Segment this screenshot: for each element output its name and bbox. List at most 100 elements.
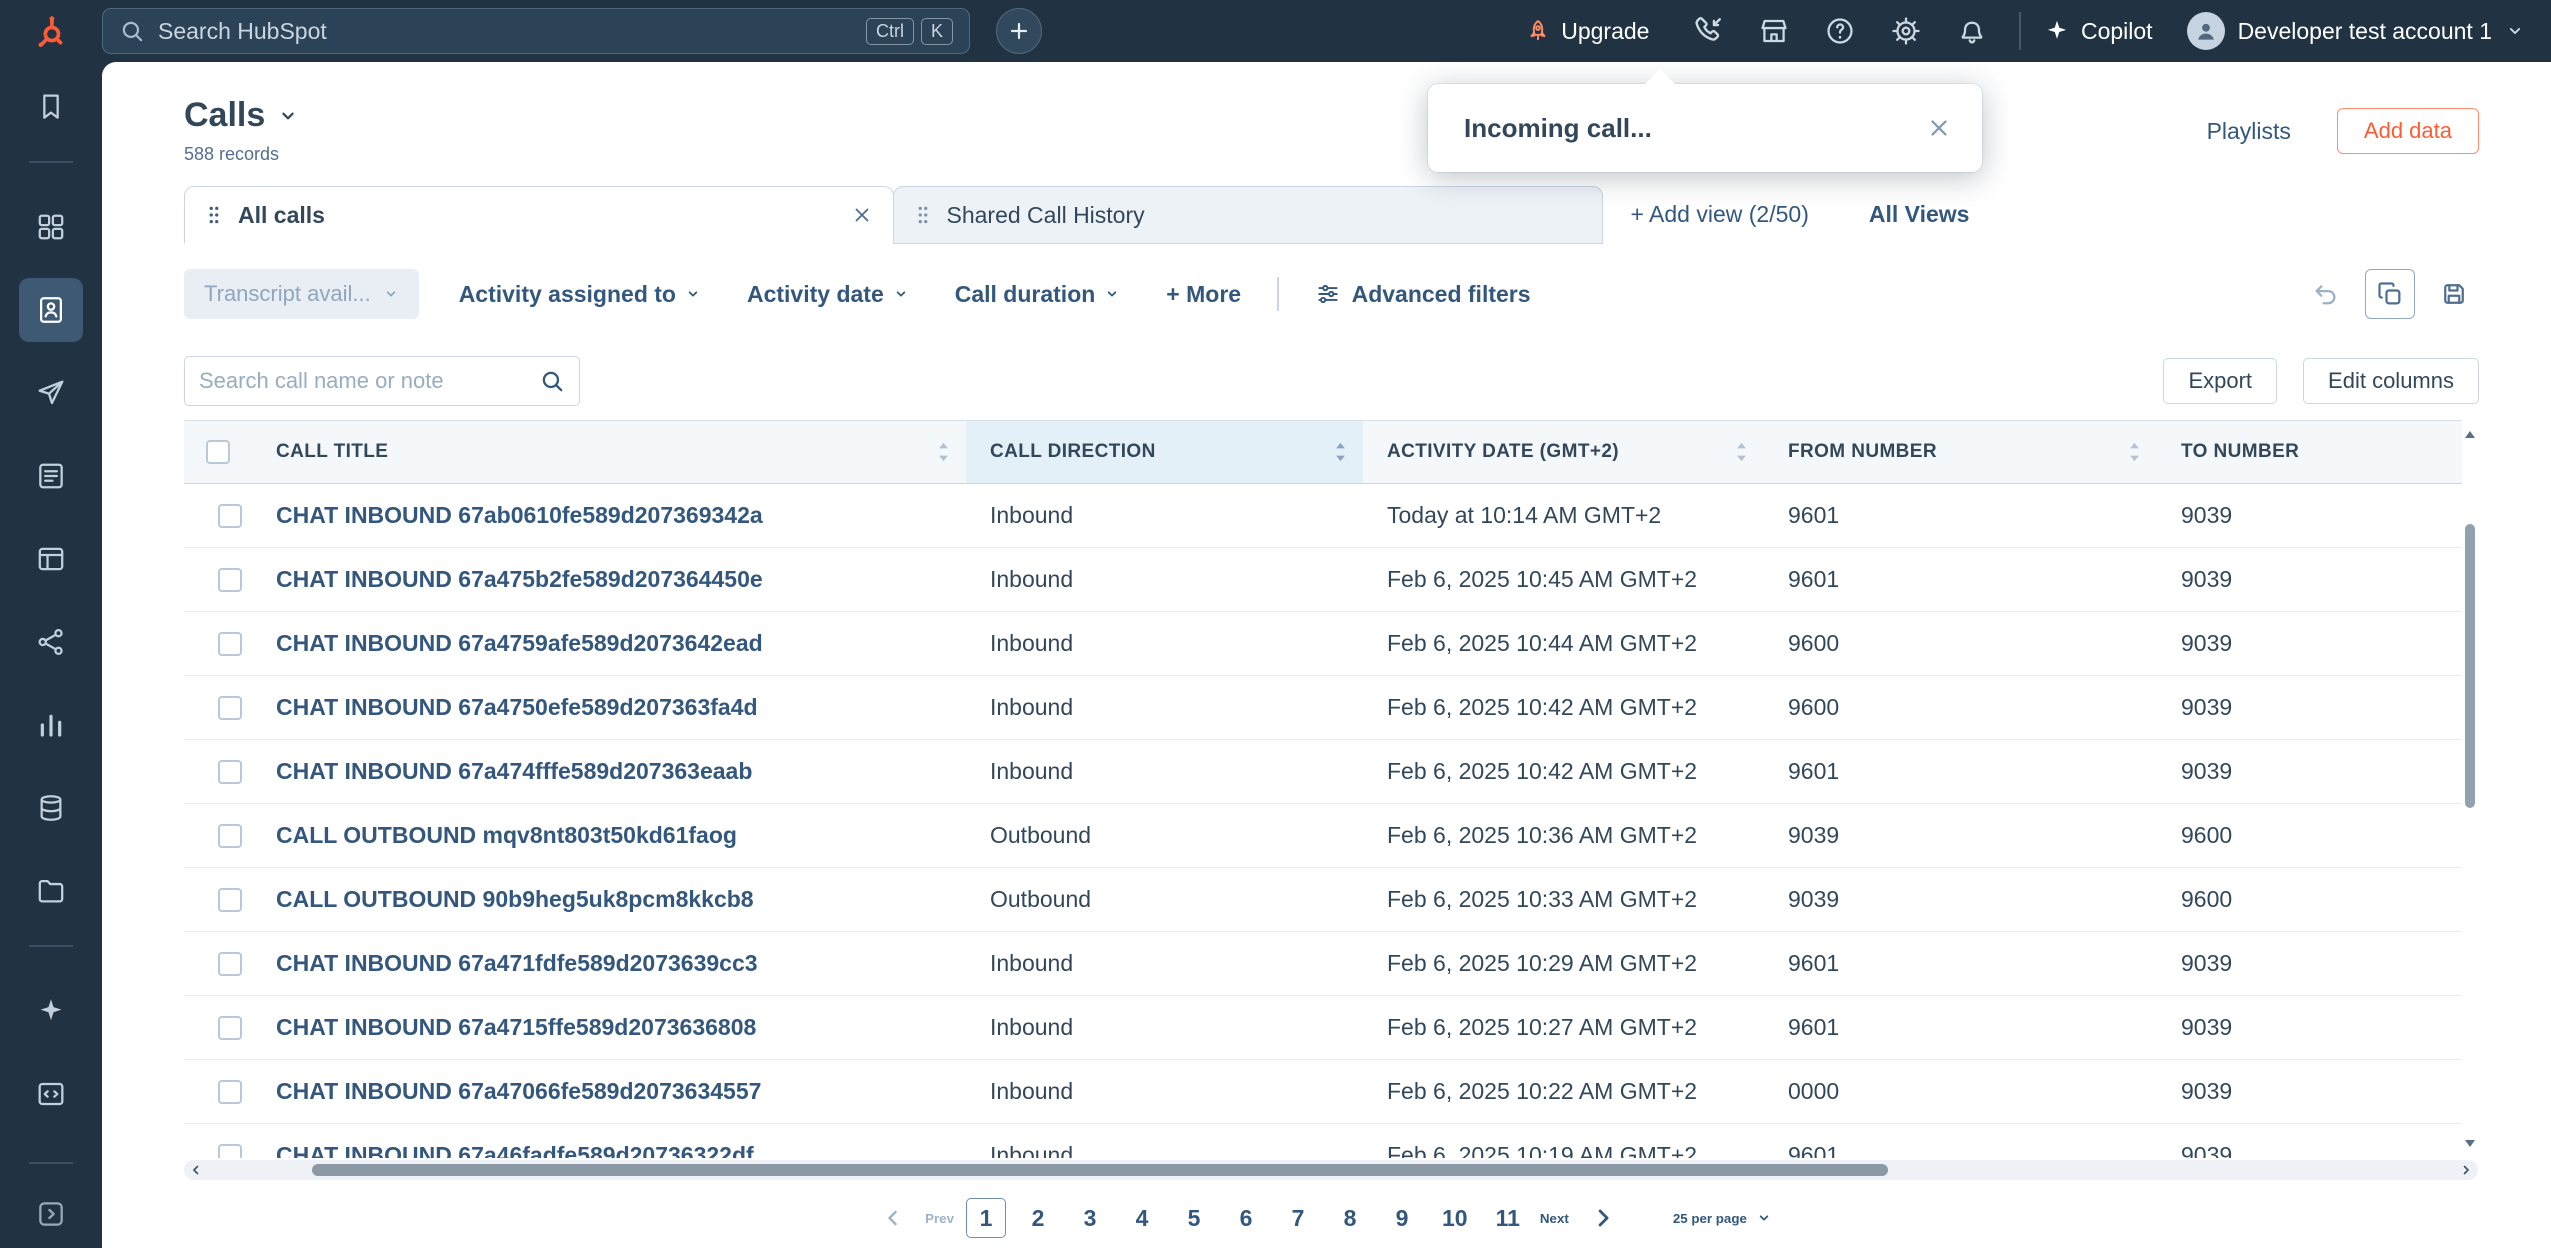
scroll-down-arrow[interactable] xyxy=(2464,1138,2476,1148)
help-button[interactable] xyxy=(1815,6,1865,56)
page-button-2[interactable]: 2 xyxy=(1018,1198,1058,1238)
hubspot-logo[interactable] xyxy=(0,13,102,49)
filter-activity-assigned-to[interactable]: Activity assigned to xyxy=(459,281,701,308)
vertical-scroll-thumb[interactable] xyxy=(2465,524,2475,808)
page-button-5[interactable]: 5 xyxy=(1174,1198,1214,1238)
prev-page-button[interactable]: Prev xyxy=(925,1211,954,1226)
call-title-link[interactable]: CALL OUTBOUND 90b9heg5uk8pcm8kkcb8 xyxy=(252,868,966,931)
column-header-to-number[interactable]: TO NUMBER xyxy=(2157,421,2462,483)
row-checkbox[interactable] xyxy=(218,1080,242,1104)
row-checkbox[interactable] xyxy=(218,888,242,912)
sidebar-item-workspaces[interactable] xyxy=(19,195,83,259)
all-views-link[interactable]: All Views xyxy=(1869,201,1970,228)
page-button-1[interactable]: 1 xyxy=(966,1198,1006,1238)
row-checkbox[interactable] xyxy=(218,760,242,784)
settings-button[interactable] xyxy=(1881,6,1931,56)
scroll-up-arrow[interactable] xyxy=(2464,430,2476,440)
filter-call-duration[interactable]: Call duration xyxy=(955,281,1121,308)
call-title-link[interactable]: CHAT INBOUND 67a474fffe589d207363eaab xyxy=(252,740,966,803)
popup-close-button[interactable] xyxy=(1926,115,1952,141)
call-title-link[interactable]: CHAT INBOUND 67ab0610fe589d207369342a xyxy=(252,484,966,547)
page-button-4[interactable]: 4 xyxy=(1122,1198,1162,1238)
page-title-caret[interactable] xyxy=(277,105,299,127)
row-checkbox[interactable] xyxy=(218,952,242,976)
edit-columns-button[interactable]: Edit columns xyxy=(2303,358,2479,404)
page-button-9[interactable]: 9 xyxy=(1382,1198,1422,1238)
call-title-link[interactable]: CHAT INBOUND 67a471fdfe589d2073639cc3 xyxy=(252,932,966,995)
page-button-7[interactable]: 7 xyxy=(1278,1198,1318,1238)
tab-shared-call-history[interactable]: Shared Call History xyxy=(893,186,1603,244)
sidebar-item-forms[interactable] xyxy=(19,444,83,508)
row-checkbox[interactable] xyxy=(218,1144,242,1159)
prev-chevron-icon[interactable] xyxy=(881,1206,905,1230)
row-checkbox[interactable] xyxy=(218,568,242,592)
page-button-11[interactable]: 11 xyxy=(1488,1198,1528,1238)
call-search-input[interactable] xyxy=(199,368,533,394)
sidebar-item-crm[interactable] xyxy=(19,278,83,342)
account-menu[interactable]: Developer test account 1 xyxy=(2187,12,2525,50)
sidebar-item-content[interactable] xyxy=(19,527,83,591)
transcript-filter-dropdown[interactable]: Transcript avail... xyxy=(184,269,419,319)
row-checkbox[interactable] xyxy=(218,1016,242,1040)
playlists-link[interactable]: Playlists xyxy=(2207,118,2291,145)
filter-activity-date[interactable]: Activity date xyxy=(747,281,909,308)
row-checkbox[interactable] xyxy=(218,696,242,720)
sidebar-expand-button[interactable] xyxy=(19,1182,83,1246)
advanced-filters-button[interactable]: Advanced filters xyxy=(1315,281,1531,308)
page-button-8[interactable]: 8 xyxy=(1330,1198,1370,1238)
sidebar-item-developer[interactable] xyxy=(19,1062,83,1126)
scroll-right-arrow[interactable] xyxy=(2459,1163,2473,1177)
per-page-dropdown[interactable]: 25 per page xyxy=(1673,1210,1772,1226)
calling-button[interactable] xyxy=(1683,6,1733,56)
add-view-button[interactable]: + Add view (2/50) xyxy=(1631,201,1809,228)
sidebar-item-data[interactable] xyxy=(19,776,83,840)
scroll-left-arrow[interactable] xyxy=(189,1163,203,1177)
add-data-button[interactable]: Add data xyxy=(2337,108,2479,154)
sort-icon[interactable] xyxy=(937,441,950,463)
call-title-link[interactable]: CHAT INBOUND 67a4750efe589d207363fa4d xyxy=(252,676,966,739)
column-header-activity-date[interactable]: ACTIVITY DATE (GMT+2) xyxy=(1363,421,1764,483)
page-button-6[interactable]: 6 xyxy=(1226,1198,1266,1238)
sidebar-item-reporting[interactable] xyxy=(19,693,83,757)
sidebar-item-automations[interactable] xyxy=(19,610,83,674)
column-header-from-number[interactable]: FROM NUMBER xyxy=(1764,421,2157,483)
row-checkbox[interactable] xyxy=(218,824,242,848)
undo-view-button[interactable] xyxy=(2301,269,2351,319)
sidebar-item-marketing[interactable] xyxy=(19,361,83,425)
page-button-3[interactable]: 3 xyxy=(1070,1198,1110,1238)
sidebar-item-bookmarks[interactable] xyxy=(19,75,83,139)
column-header-call-direction[interactable]: CALL DIRECTION xyxy=(966,421,1363,483)
quick-create-button[interactable] xyxy=(996,8,1042,54)
select-all-checkbox[interactable] xyxy=(206,440,230,464)
sort-icon[interactable] xyxy=(1334,441,1347,463)
notifications-button[interactable] xyxy=(1947,6,1997,56)
next-page-button[interactable]: Next xyxy=(1540,1211,1569,1226)
call-title-link[interactable]: CHAT INBOUND 67a46fadfe589d20736322df xyxy=(252,1124,966,1158)
sidebar-item-ai[interactable] xyxy=(19,979,83,1043)
call-title-link[interactable]: CHAT INBOUND 67a475b2fe589d207364450e xyxy=(252,548,966,611)
close-tab-button[interactable] xyxy=(851,204,873,226)
call-title-link[interactable]: CHAT INBOUND 67a4715ffe589d2073636808 xyxy=(252,996,966,1059)
tab-all-calls[interactable]: All calls xyxy=(184,186,894,244)
more-filters-button[interactable]: + More xyxy=(1166,281,1241,308)
global-search-input[interactable]: Search HubSpot Ctrl K xyxy=(102,8,970,54)
sort-icon[interactable] xyxy=(1735,441,1748,463)
call-title-link[interactable]: CHAT INBOUND 67a4759afe589d2073642ead xyxy=(252,612,966,675)
horizontal-scroll-thumb[interactable] xyxy=(312,1164,1888,1176)
row-checkbox[interactable] xyxy=(218,632,242,656)
copilot-button[interactable]: Copilot xyxy=(2043,17,2153,45)
upgrade-button[interactable]: Upgrade xyxy=(1525,18,1649,45)
export-button[interactable]: Export xyxy=(2163,358,2277,404)
sort-icon[interactable] xyxy=(2128,441,2141,463)
magnifier-icon[interactable] xyxy=(539,368,565,394)
row-checkbox[interactable] xyxy=(218,504,242,528)
next-chevron-icon[interactable] xyxy=(1589,1204,1617,1232)
sidebar-item-library[interactable] xyxy=(19,859,83,923)
marketplace-button[interactable] xyxy=(1749,6,1799,56)
page-button-10[interactable]: 10 xyxy=(1434,1198,1476,1238)
column-header-call-title[interactable]: CALL TITLE xyxy=(252,421,966,483)
copy-view-button[interactable] xyxy=(2365,269,2415,319)
call-title-link[interactable]: CHAT INBOUND 67a47066fe589d2073634557 xyxy=(252,1060,966,1123)
save-view-button[interactable] xyxy=(2429,269,2479,319)
call-title-link[interactable]: CALL OUTBOUND mqv8nt803t50kd61faog xyxy=(252,804,966,867)
